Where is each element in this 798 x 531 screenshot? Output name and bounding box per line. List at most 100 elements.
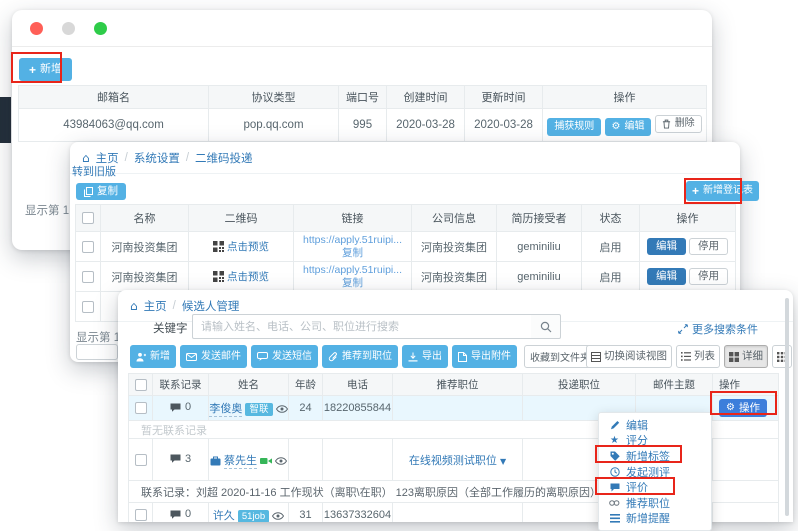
row-checkbox[interactable] <box>82 271 94 283</box>
menu-label: 推荐职位 <box>626 495 670 511</box>
keyword-search-input[interactable] <box>192 314 532 339</box>
phone-cell: 13637332604 <box>323 503 393 523</box>
copy-url-link[interactable]: 复制 <box>342 247 363 259</box>
caret-down-icon[interactable]: ▼ <box>500 457 506 466</box>
breadcrumb-system-settings[interactable]: 系统设置 <box>134 150 180 166</box>
breadcrumb-home[interactable]: 主页 <box>144 298 167 314</box>
menu-item-recommend-position[interactable]: 推荐职位 <box>599 495 711 511</box>
keyword-label: 关键字 <box>153 320 188 336</box>
apply-url-link[interactable]: https://apply.51ruipi... <box>303 234 402 246</box>
add-registration-form-label: 新增登记表 <box>703 186 753 196</box>
briefcase-icon <box>210 456 221 466</box>
export-button[interactable]: 导出 <box>402 345 448 368</box>
name-cell: 蔡先生 <box>209 439 289 481</box>
detail-view-button[interactable]: 详细 <box>724 345 768 368</box>
contact-count: 0 <box>185 508 191 520</box>
row-checkbox[interactable] <box>135 509 147 521</box>
delete-label: 删除 <box>675 119 695 129</box>
compact-grid-view-button[interactable] <box>772 345 792 368</box>
apply-url-link[interactable]: https://apply.51ruipi... <box>303 264 402 276</box>
row-actions-button[interactable]: ⚙ 操作 <box>719 399 767 418</box>
maximize-traffic-light[interactable] <box>94 22 107 35</box>
select-all-checkbox[interactable] <box>135 379 147 391</box>
name-cell: 李俊奥 智联 <box>209 396 289 421</box>
eye-icon[interactable] <box>275 457 287 465</box>
updated-cell: 2020-03-28 <box>465 109 543 142</box>
breadcrumb-current: 二维码投递 <box>195 150 253 166</box>
actions-cell: ⚙ 操作 <box>713 396 779 421</box>
row-checkbox[interactable] <box>135 402 147 414</box>
actions-cell: 编辑 停用 <box>640 262 736 292</box>
row-actions-label: 操作 <box>739 403 760 414</box>
preview-link[interactable]: 点击预览 <box>227 239 269 254</box>
disable-qrcode-button[interactable]: 停用 <box>689 238 728 255</box>
position-link[interactable]: 在线视频测试职位 <box>409 455 497 467</box>
grid-icon <box>729 352 739 362</box>
legacy-version-link[interactable]: 转到旧版 <box>72 163 116 179</box>
select-all-checkbox[interactable] <box>82 212 94 224</box>
scrollbar[interactable] <box>785 298 789 516</box>
chat-bubble-icon <box>170 403 181 412</box>
menu-item-start-assessment[interactable]: 发起测评 <box>599 464 711 480</box>
qrcode-row: 河南投资集团 点击预览 https://apply.51ruipi... 复制 … <box>76 232 736 262</box>
preview-link[interactable]: 点击预览 <box>227 269 269 284</box>
delete-mailbox-button[interactable]: 删除 <box>655 115 702 133</box>
capture-rules-button[interactable]: 捕获规则 <box>547 118 601 136</box>
contact-count: 0 <box>185 401 191 413</box>
company-cell: 河南投资集团 <box>412 262 497 292</box>
copy-button[interactable]: 复制 <box>76 183 126 200</box>
video-camera-icon[interactable] <box>260 457 272 465</box>
recommend-to-position-button[interactable]: 推荐到职位 <box>322 345 398 368</box>
list-view-button[interactable]: 列表 <box>676 345 720 368</box>
status-cell: 启用 <box>582 262 640 292</box>
col-actions: 操作 <box>713 374 779 396</box>
col-name: 名称 <box>101 205 189 232</box>
candidate-name-link[interactable]: 李俊奥 <box>209 403 242 417</box>
col-name: 姓名 <box>209 374 289 396</box>
disable-qrcode-button[interactable]: 停用 <box>689 268 728 285</box>
mailbox-table: 邮箱名 协议类型 端口号 创建时间 更新时间 操作 43984063@qq.co… <box>18 85 707 142</box>
toolbar: 新增 发送邮件 发送短信 推荐到职位 导出 <box>130 345 608 368</box>
copy-url-link[interactable]: 复制 <box>342 277 363 289</box>
toggle-reading-view-button[interactable]: 切换阅读视图 <box>586 345 672 368</box>
recommended-position-cell <box>393 396 523 421</box>
menu-label: 编辑 <box>626 417 648 433</box>
qrcode-row: 河南投资集团 点击预览 https://apply.51ruipi... 复制 … <box>76 262 736 292</box>
eye-icon[interactable] <box>272 512 284 520</box>
candidate-table-header: 联系记录 姓名 年龄 电话 推荐职位 投递职位 邮件主题 操作 <box>129 374 779 396</box>
menu-item-add-tag[interactable]: 新增标签 <box>599 448 711 464</box>
breadcrumb-separator: / <box>125 152 128 164</box>
minimize-traffic-light[interactable] <box>62 22 75 35</box>
plus-icon: + <box>29 64 36 76</box>
menu-item-add-reminder[interactable]: 新增提醒 <box>599 511 711 527</box>
receiver-cell: geminiliu <box>497 262 582 292</box>
close-traffic-light[interactable] <box>30 22 43 35</box>
row-checkbox[interactable] <box>82 241 94 253</box>
add-candidate-button[interactable]: 新增 <box>130 345 176 368</box>
col-phone: 电话 <box>323 374 393 396</box>
row-checkbox[interactable] <box>82 301 94 313</box>
edit-qrcode-button[interactable]: 编辑 <box>647 238 686 255</box>
send-sms-button[interactable]: 发送短信 <box>251 345 318 368</box>
actions-cell: 编辑 停用 <box>640 232 736 262</box>
gear-icon: ⚙ <box>612 122 621 132</box>
menu-item-comment[interactable]: 评价 <box>599 479 711 495</box>
row-checkbox[interactable] <box>135 454 147 466</box>
candidate-name-link[interactable]: 蔡先生 <box>224 455 257 469</box>
page-size-select[interactable] <box>76 344 118 360</box>
recommended-position-cell <box>393 503 523 523</box>
edit-qrcode-button[interactable]: 编辑 <box>647 268 686 285</box>
eye-icon[interactable] <box>276 405 288 413</box>
more-search-conditions-link[interactable]: 更多搜索条件 <box>678 321 758 337</box>
export-attachments-button[interactable]: 导出附件 <box>452 345 517 368</box>
edit-mailbox-button[interactable]: ⚙ 编辑 <box>605 118 652 136</box>
menu-item-edit[interactable]: 编辑 <box>599 417 711 433</box>
menu-item-score[interactable]: ★ 评分 <box>599 433 711 449</box>
candidate-name-link[interactable]: 许久 <box>213 510 235 522</box>
search-button[interactable] <box>531 314 561 339</box>
add-mailbox-button[interactable]: + 新增 <box>19 58 72 81</box>
add-registration-form-button[interactable]: + 新增登记表 <box>686 181 759 201</box>
row-actions-menu: 编辑 ★ 评分 新增标签 发起测评 评价 推荐职位 新增提醒 <box>598 412 712 531</box>
send-email-button[interactable]: 发送邮件 <box>180 345 247 368</box>
col-select <box>129 374 153 396</box>
